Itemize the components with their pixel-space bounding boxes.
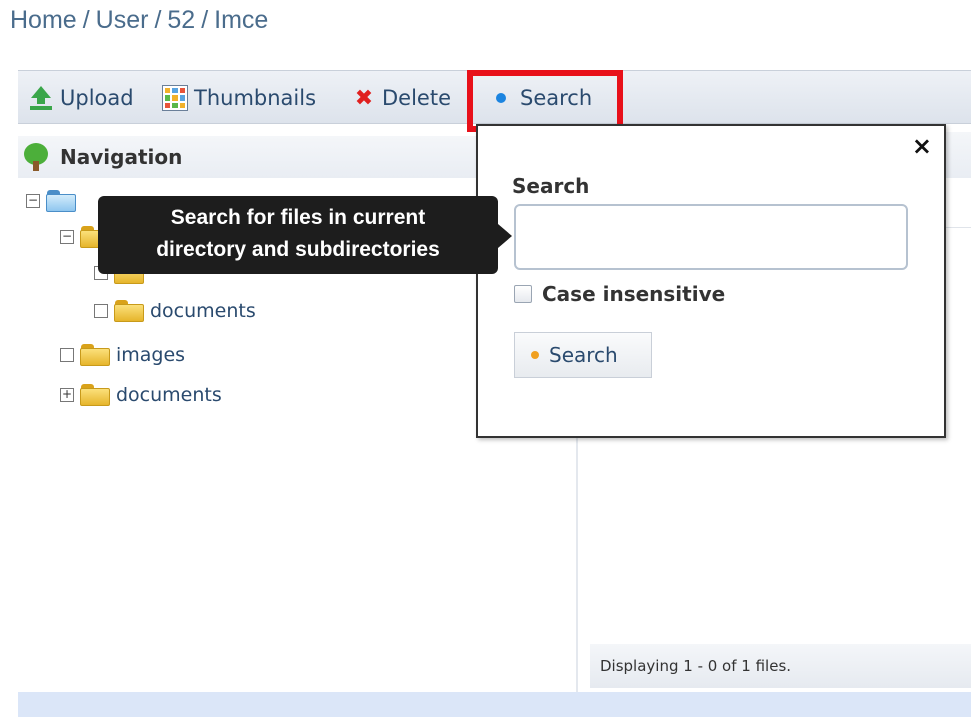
delete-label: Delete <box>382 86 451 110</box>
tree-item-documents[interactable]: documents <box>94 300 256 322</box>
breadcrumb: Home / User/52/Imce <box>10 6 268 35</box>
close-icon[interactable]: × <box>912 134 932 158</box>
search-dot-icon <box>531 351 539 359</box>
tooltip-line-1: Search for files in current <box>170 206 426 229</box>
collapse-icon[interactable]: − <box>26 194 40 208</box>
status-bar: Displaying 1 - 0 of 1 files. <box>590 644 971 688</box>
search-label: Search <box>520 86 593 110</box>
tooltip-line-2: directory and subdirectories <box>156 238 440 261</box>
case-insensitive-checkbox[interactable] <box>514 285 532 303</box>
expand-icon[interactable]: + <box>60 388 74 402</box>
search-button[interactable]: Search <box>488 83 592 113</box>
thumbnails-icon <box>162 85 188 111</box>
status-text: Displaying 1 - 0 of 1 files. <box>600 657 792 675</box>
breadcrumb-separator: / <box>154 6 162 34</box>
folder-icon <box>114 300 144 322</box>
toolbar: Upload Thumbnails ✖ Delete Search <box>18 70 971 124</box>
tree-icon <box>22 143 50 171</box>
expander-icon[interactable] <box>94 304 108 318</box>
search-input[interactable] <box>514 204 908 270</box>
collapse-icon[interactable]: − <box>60 230 74 244</box>
case-insensitive-label[interactable]: Case insensitive <box>542 282 725 306</box>
breadcrumb-separator: / <box>82 6 90 34</box>
breadcrumb-current: Imce <box>214 6 269 34</box>
search-field-label: Search <box>512 174 590 198</box>
folder-icon <box>80 384 110 406</box>
tree-item-label: documents <box>150 300 256 322</box>
thumbnails-button[interactable]: Thumbnails <box>162 83 316 113</box>
breadcrumb-home[interactable]: Home <box>10 6 77 34</box>
upload-button[interactable]: Upload <box>28 83 134 113</box>
search-popup: × Search Case insensitive Search <box>476 124 946 438</box>
expander-icon[interactable] <box>60 348 74 362</box>
bottom-bar <box>18 692 971 717</box>
tree-item-images[interactable]: images <box>60 344 185 366</box>
tree-item-documents[interactable]: + documents <box>60 384 222 406</box>
breadcrumb-separator: / <box>201 6 209 34</box>
delete-icon: ✖ <box>354 85 374 111</box>
tree-row-root[interactable]: − <box>26 190 76 212</box>
tree-item-label: documents <box>116 384 222 406</box>
search-submit-label: Search <box>549 343 618 367</box>
search-dot-icon <box>496 93 506 103</box>
navigation-title: Navigation <box>60 145 183 169</box>
folder-icon <box>46 190 76 212</box>
thumbnails-label: Thumbnails <box>194 86 317 110</box>
folder-icon <box>80 344 110 366</box>
breadcrumb-user-id[interactable]: 52 <box>167 6 195 34</box>
breadcrumb-user[interactable]: User <box>96 6 149 34</box>
upload-label: Upload <box>60 86 134 110</box>
search-submit-button[interactable]: Search <box>514 332 652 378</box>
search-tooltip: Search for files in current directory an… <box>98 196 512 274</box>
upload-icon <box>28 85 54 111</box>
case-insensitive-row[interactable]: Case insensitive <box>514 282 725 306</box>
tree-item-label: images <box>116 344 186 366</box>
delete-button[interactable]: ✖ Delete <box>352 83 451 113</box>
